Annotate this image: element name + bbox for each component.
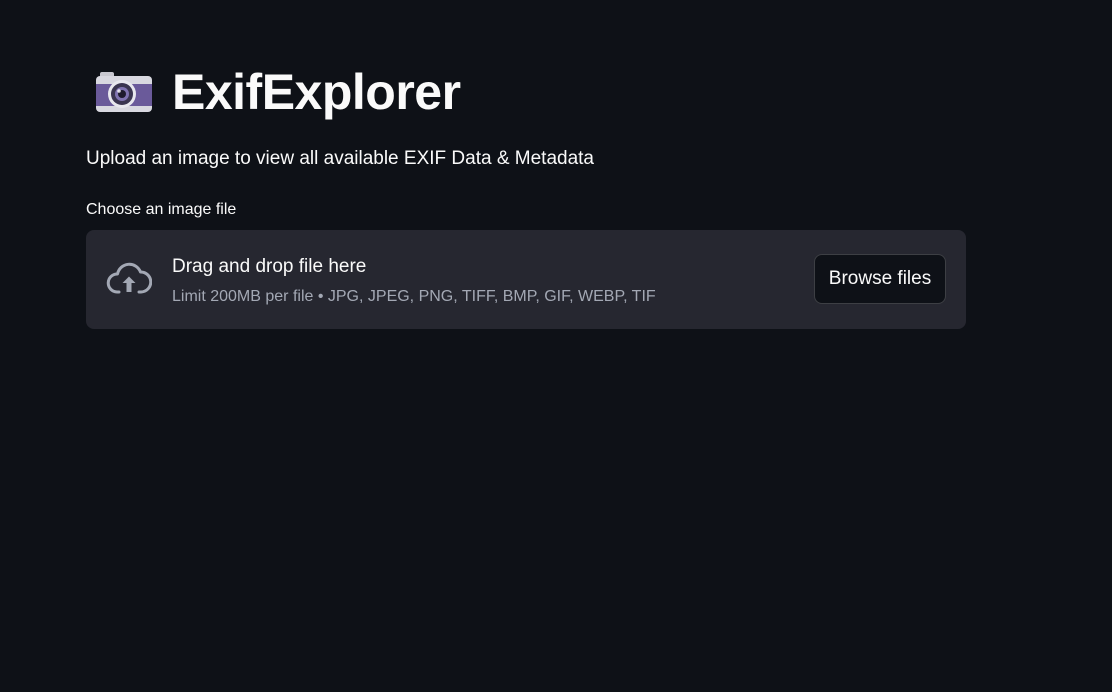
- cloud-upload-icon: [106, 262, 152, 294]
- file-uploader-label: Choose an image file: [86, 201, 237, 218]
- app-page: ExifExplorer Upload an image to view all…: [0, 0, 1112, 692]
- dropzone-limit-text: Limit 200MB per file • JPG, JPEG, PNG, T…: [172, 288, 656, 305]
- browse-files-button[interactable]: Browse files: [814, 254, 946, 304]
- camera-icon: [96, 72, 152, 112]
- app-header: ExifExplorer: [94, 60, 461, 124]
- page-subtitle: Upload an image to view all available EX…: [86, 148, 594, 169]
- file-dropzone[interactable]: Drag and drop file here Limit 200MB per …: [86, 230, 966, 329]
- dropzone-instructions: Drag and drop file here: [172, 256, 367, 277]
- page-title: ExifExplorer: [172, 64, 461, 120]
